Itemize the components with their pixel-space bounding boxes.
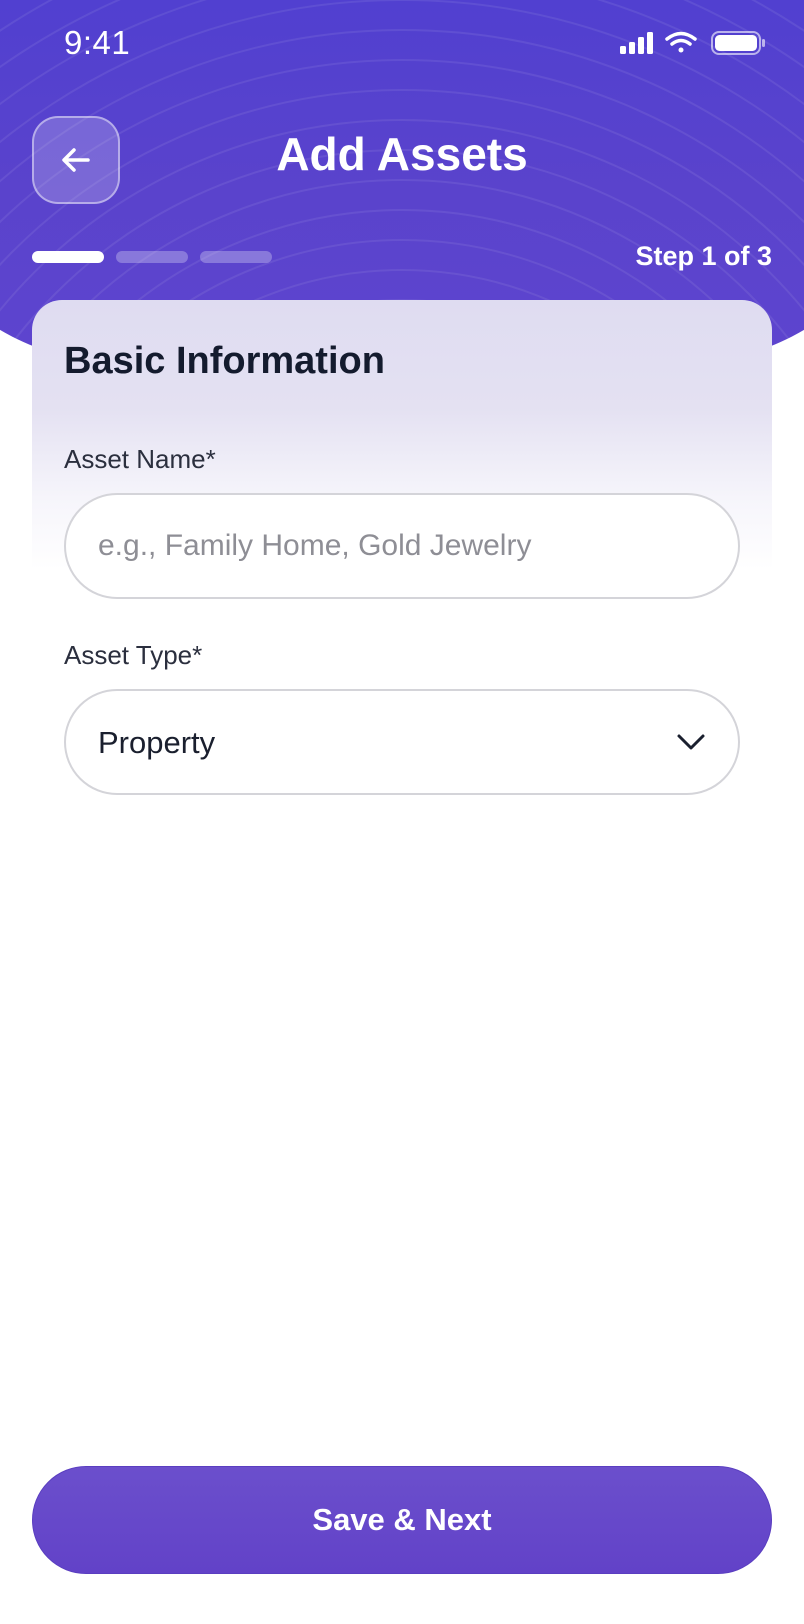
back-button[interactable] bbox=[32, 116, 120, 204]
section-title: Basic Information bbox=[64, 340, 385, 382]
progress-step-3 bbox=[200, 251, 272, 263]
cellular-signal-icon bbox=[620, 32, 653, 54]
progress-step-2 bbox=[116, 251, 188, 263]
wifi-icon bbox=[665, 31, 697, 53]
chevron-down-icon bbox=[677, 734, 705, 750]
progress-step-1 bbox=[32, 251, 104, 263]
asset-type-selected-value: Property bbox=[98, 725, 216, 760]
arrow-left-icon bbox=[62, 148, 90, 172]
page-title: Add Assets bbox=[276, 128, 528, 180]
asset-name-label: Asset Name* bbox=[64, 444, 216, 474]
asset-type-label: Asset Type* bbox=[64, 640, 203, 670]
save-next-label: Save & Next bbox=[312, 1502, 492, 1537]
asset-type-select[interactable]: Property bbox=[64, 689, 740, 795]
status-bar: 9:41 bbox=[0, 0, 804, 88]
step-progress bbox=[32, 251, 272, 263]
asset-name-input[interactable] bbox=[64, 493, 740, 599]
save-next-button[interactable]: Save & Next bbox=[32, 1466, 772, 1574]
step-indicator: Step 1 of 3 bbox=[635, 241, 772, 271]
status-time: 9:41 bbox=[64, 24, 131, 61]
battery-icon bbox=[711, 31, 765, 55]
status-icons bbox=[620, 31, 765, 55]
add-assets-screen: 9:41 Add Assets Step 1 of 3 Basic Inform… bbox=[0, 0, 804, 1624]
